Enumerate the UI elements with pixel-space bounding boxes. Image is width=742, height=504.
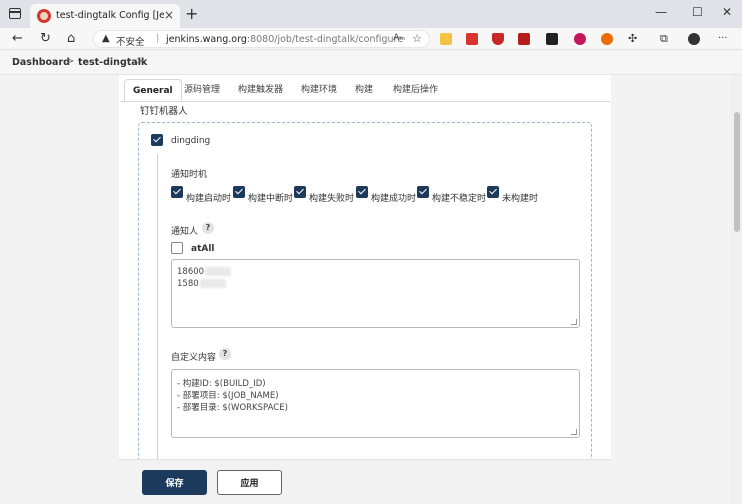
dingding-checkbox[interactable] (151, 134, 163, 146)
notify-timing-label: 通知时机 (171, 170, 208, 180)
extension-icon[interactable] (546, 33, 558, 45)
notify-success-checkbox[interactable] (356, 186, 368, 198)
window-menu-icon[interactable] (9, 8, 21, 19)
maximize-icon[interactable]: ☐ (692, 4, 703, 20)
extension-icon[interactable] (601, 33, 613, 45)
home-icon[interactable]: ⌂ (67, 30, 75, 48)
notify-unstable-label: 构建不稳定时 (432, 194, 487, 204)
phone-line: 18600 (177, 267, 232, 277)
url-separator: | (156, 33, 160, 44)
jenkins-favicon-icon (37, 9, 51, 23)
breadcrumb-dashboard[interactable]: Dashboard (12, 57, 70, 68)
custom-content-label: 自定义内容 (171, 353, 217, 363)
breadcrumb: Dashboard > test-dingtalk > (0, 51, 742, 75)
refresh-icon[interactable]: ↻ (40, 30, 51, 48)
notify-not-built-checkbox[interactable] (487, 186, 499, 198)
dingding-label: dingding (171, 136, 211, 146)
extension-icon[interactable] (574, 33, 586, 45)
tab-general[interactable]: General (124, 79, 182, 102)
custom-content-textarea[interactable]: - 构建ID: $(BUILD_ID) - 部署项目: $(JOB_NAME) … (171, 369, 580, 438)
tab-title: test-dingtalk Config [Jenkins] (56, 10, 164, 21)
atall-label: atAll (191, 244, 215, 254)
tab-divider (120, 101, 610, 102)
url-text[interactable]: jenkins.wang.org:8080/job/test-dingtalk/… (166, 34, 403, 45)
favorite-icon[interactable]: ☆ (412, 32, 422, 45)
resize-grip[interactable] (571, 429, 577, 435)
more-menu-icon[interactable]: ··· (718, 30, 728, 48)
custom-content-help-icon[interactable]: ? (219, 348, 231, 360)
tab-close-icon[interactable]: × (164, 7, 174, 23)
atall-checkbox[interactable] (171, 242, 183, 254)
new-tab-icon[interactable]: + (185, 5, 198, 23)
content-line: - 部署项目: $(JOB_NAME) (177, 391, 279, 401)
extension-icon[interactable] (466, 33, 478, 45)
notify-failure-checkbox[interactable] (294, 186, 306, 198)
apply-button[interactable]: 应用 (217, 470, 282, 495)
content-line: - 部署目录: $(WORKSPACE) (177, 403, 288, 413)
browser-tab[interactable]: test-dingtalk Config [Jenkins] × (30, 4, 180, 28)
tab-scm[interactable]: 源码管理 (184, 79, 220, 102)
insecure-label: 不安全 (116, 37, 145, 48)
close-window-icon[interactable]: ✕ (722, 4, 732, 20)
address-bar[interactable]: ▲ 不安全 | jenkins.wang.org:8080/job/test-d… (93, 30, 430, 48)
notify-start-checkbox[interactable] (171, 186, 183, 198)
notify-start-label: 构建启动时 (186, 194, 232, 204)
tab-build[interactable]: 构建 (355, 79, 373, 102)
warning-icon: ▲ (102, 33, 110, 44)
phone-line: 1580 (177, 279, 226, 289)
back-icon[interactable]: ← (12, 30, 23, 48)
notify-abort-checkbox[interactable] (233, 186, 245, 198)
read-aloud-icon[interactable]: Aₘ (393, 33, 405, 43)
breadcrumb-separator: > (136, 56, 145, 67)
browser-nav-bar: ← ↻ ⌂ ▲ 不安全 | jenkins.wang.org:8080/job/… (0, 28, 742, 50)
scroll-thumb[interactable] (734, 112, 740, 232)
collections-icon[interactable]: ⧉ (660, 30, 668, 48)
tab-build-triggers[interactable]: 构建触发器 (238, 79, 283, 102)
tab-build-environment[interactable]: 构建环境 (301, 79, 337, 102)
notify-abort-label: 构建中断时 (248, 194, 294, 204)
minimize-icon[interactable]: — (655, 4, 667, 20)
notify-failure-label: 构建失败时 (309, 194, 355, 204)
breadcrumb-separator: > (66, 56, 75, 67)
notify-people-label: 通知人 (171, 227, 199, 237)
section-title: 钉钉机器人 (140, 106, 188, 117)
profile-avatar[interactable] (688, 33, 700, 45)
notify-people-textarea[interactable]: 18600 1580 (171, 259, 580, 328)
notify-success-label: 构建成功时 (371, 194, 417, 204)
scrollbar[interactable] (731, 75, 742, 504)
content-line: - 构建ID: $(BUILD_ID) (177, 379, 266, 389)
extensions-puzzle-icon[interactable]: ✣ (628, 30, 637, 48)
notify-people-help-icon[interactable]: ? (202, 222, 214, 234)
extension-icon[interactable] (440, 33, 452, 45)
shield-extension-icon[interactable] (492, 33, 504, 45)
notify-unstable-checkbox[interactable] (417, 186, 429, 198)
extension-icon[interactable] (518, 33, 530, 45)
save-button[interactable]: 保存 (142, 470, 207, 495)
tab-post-build[interactable]: 构建后操作 (393, 79, 438, 102)
browser-tab-bar: test-dingtalk Config [Jenkins] × + — ☐ ✕ (0, 0, 742, 28)
notify-not-built-label: 未构建时 (502, 194, 539, 204)
section-indent-line (157, 154, 158, 467)
resize-grip[interactable] (571, 319, 577, 325)
